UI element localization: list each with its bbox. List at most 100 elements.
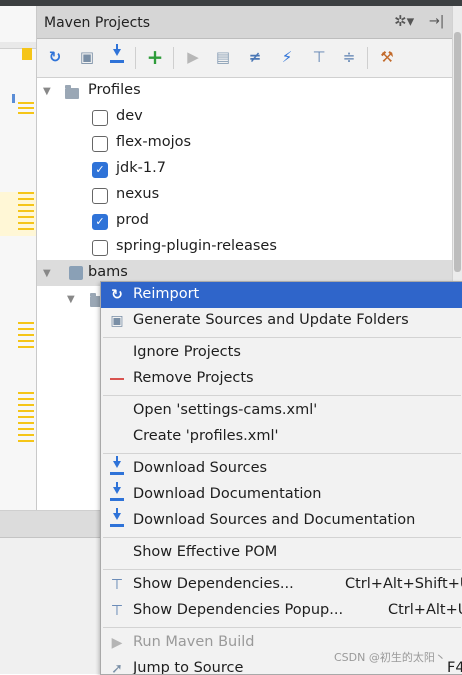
change-marker (18, 410, 34, 412)
profile-name: nexus (116, 186, 160, 202)
show-dependencies-icon[interactable]: ⊤ (309, 47, 329, 67)
toggle-offline-icon[interactable]: ≠ (245, 47, 265, 67)
menu-item-ignore-projects[interactable]: Ignore Projects (101, 340, 462, 366)
menu-item-show-dependencies-popup[interactable]: ⊤ Show Dependencies Popup... Ctrl+Alt+U (101, 598, 462, 624)
change-marker (18, 198, 34, 200)
profile-checkbox[interactable] (92, 240, 108, 256)
menu-item-label: Run Maven Build (133, 634, 255, 650)
menu-item-reimport[interactable]: ↻ Reimport (101, 282, 462, 308)
profile-name: jdk-1.7 (116, 160, 166, 176)
menu-separator (103, 627, 461, 628)
profile-item[interactable]: ✓ prod (37, 208, 453, 234)
maven-module-icon (69, 266, 83, 280)
menu-item-create-profiles[interactable]: Create 'profiles.xml' (101, 424, 462, 450)
toolbar-separator (173, 47, 174, 69)
change-marker (18, 346, 34, 348)
generate-sources-icon[interactable]: ▣ (77, 47, 97, 67)
hide-icon[interactable]: →| (429, 14, 444, 29)
menu-item-download-documentation[interactable]: Download Documentation (101, 482, 462, 508)
download-icon[interactable] (107, 44, 127, 67)
menu-separator (103, 569, 461, 570)
run-icon: ▶ (111, 635, 123, 651)
menu-item-label: Open 'settings-cams.xml' (133, 402, 318, 418)
profiles-folder-icon (65, 85, 79, 99)
profile-item[interactable]: ✓ jdk-1.7 (37, 156, 453, 182)
change-marker (18, 328, 34, 330)
download-icon (108, 456, 126, 478)
menu-separator (103, 537, 461, 538)
change-marker (18, 404, 34, 406)
bottom-tool-area (0, 510, 104, 674)
menu-separator (103, 337, 461, 338)
execute-goal-icon[interactable]: ▤ (213, 47, 233, 67)
change-marker (18, 398, 34, 400)
profile-name: prod (116, 212, 149, 228)
menu-item-label: Generate Sources and Update Folders (133, 312, 409, 328)
collapse-all-icon[interactable]: ≑ (339, 47, 359, 67)
change-marker (18, 210, 34, 212)
menu-item-open-settings[interactable]: Open 'settings-cams.xml' (101, 398, 462, 424)
menu-item-download-sources-and-docs[interactable]: Download Sources and Documentation (101, 508, 462, 534)
profile-item[interactable]: flex-mojos (37, 130, 453, 156)
profile-name: dev (116, 108, 143, 124)
menu-item-label: Reimport (133, 286, 200, 302)
settings-icon[interactable]: ⚒ (377, 47, 397, 67)
tree-node-profiles[interactable]: ▼ Profiles (37, 78, 453, 104)
profile-name: spring-plugin-releases (116, 238, 277, 254)
change-marker (18, 322, 34, 324)
dependencies-icon: ⊤ (110, 603, 124, 619)
menu-item-generate-sources[interactable]: ▣ Generate Sources and Update Folders (101, 308, 462, 334)
menu-item-remove-projects[interactable]: Remove Projects (101, 366, 462, 392)
change-marker (18, 107, 34, 109)
change-marker (18, 422, 34, 424)
change-marker (18, 216, 34, 218)
profile-checkbox[interactable]: ✓ (92, 214, 108, 230)
generate-sources-icon: ▣ (110, 313, 124, 329)
expand-arrow-icon[interactable]: ▼ (43, 86, 51, 97)
menu-item-show-dependencies[interactable]: ⊤ Show Dependencies... Ctrl+Alt+Shift+U (101, 572, 462, 598)
profile-name: flex-mojos (116, 134, 192, 150)
profile-item[interactable]: dev (37, 104, 453, 130)
change-marker (18, 222, 34, 224)
profile-item[interactable]: nexus (37, 182, 453, 208)
profile-checkbox[interactable] (92, 188, 108, 204)
add-icon[interactable]: + (145, 45, 165, 69)
panel-header: Maven Projects ✲▾ →| (37, 6, 453, 39)
skip-tests-icon[interactable]: ⚡ (277, 47, 297, 67)
menu-item-shortcut: Ctrl+Alt+U (388, 602, 462, 618)
change-marker (18, 340, 34, 342)
change-marker (18, 392, 34, 394)
menu-item-label: Show Dependencies... (133, 576, 294, 592)
menu-item-label: Show Dependencies Popup... (133, 602, 344, 618)
menu-item-label: Download Sources (133, 460, 268, 476)
profile-checkbox[interactable] (92, 110, 108, 126)
menu-item-label: Create 'profiles.xml' (133, 428, 279, 444)
menu-separator (103, 395, 461, 396)
run-icon[interactable]: ▶ (183, 47, 203, 67)
watermark: CSDN @初生的太阳丶 (334, 651, 446, 664)
change-marker (12, 94, 15, 103)
reimport-icon: ↻ (111, 287, 123, 303)
profile-item[interactable]: spring-plugin-releases (37, 234, 453, 260)
maven-toolbar: ↻ ▣ + ▶ ▤ ≠ ⚡ ⊤ ≑ ⚒ (37, 39, 453, 78)
scrollbar-thumb[interactable] (454, 32, 461, 272)
menu-item-download-sources[interactable]: Download Sources (101, 456, 462, 482)
expand-arrow-icon[interactable]: ▼ (67, 294, 75, 305)
change-marker (18, 416, 34, 418)
menu-item-label: Ignore Projects (133, 344, 241, 360)
expand-arrow-icon[interactable]: ▼ (43, 268, 51, 279)
change-marker (18, 204, 34, 206)
change-marker (18, 112, 34, 114)
toolbar-separator (135, 47, 136, 69)
profile-checkbox[interactable] (92, 136, 108, 152)
menu-separator (103, 453, 461, 454)
profile-checkbox[interactable]: ✓ (92, 162, 108, 178)
change-marker (18, 334, 34, 336)
menu-item-label: Download Sources and Documentation (133, 512, 416, 528)
dependencies-icon: ⊤ (110, 577, 124, 593)
remove-icon (108, 370, 126, 388)
gear-icon[interactable]: ✲▾ (394, 12, 414, 30)
menu-item-effective-pom[interactable]: Show Effective POM (101, 540, 462, 566)
editor-gutter (0, 6, 37, 510)
reimport-icon[interactable]: ↻ (45, 47, 65, 67)
